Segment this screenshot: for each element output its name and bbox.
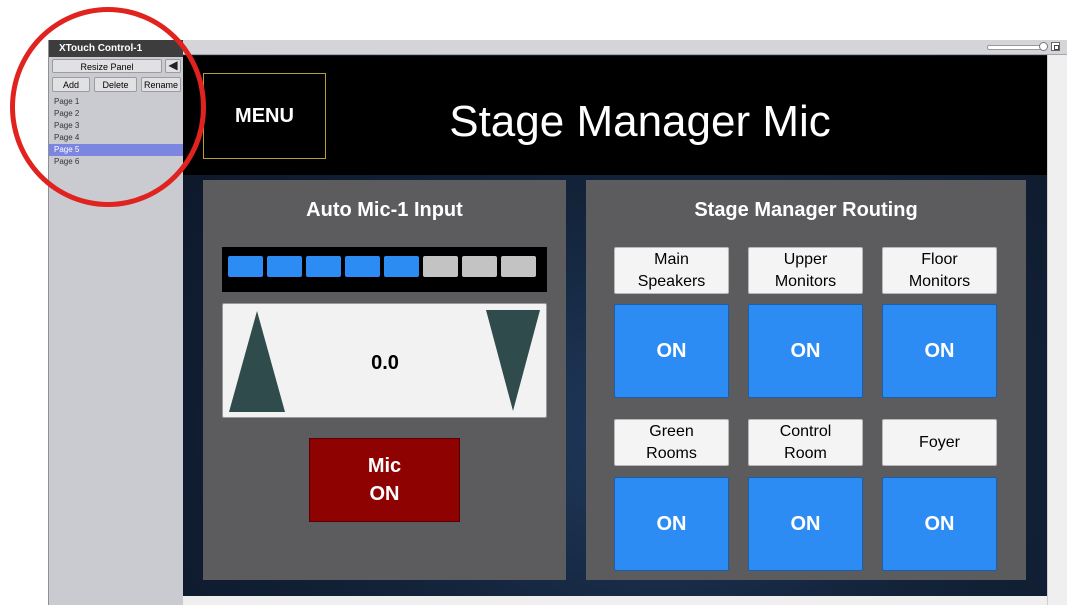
level-meter <box>222 247 547 292</box>
level-value: 0.0 <box>371 352 399 374</box>
route-label-control-room: Control Room <box>748 419 863 466</box>
routing-panel-title: Stage Manager Routing <box>694 199 918 221</box>
route-label-green-rooms: Green Rooms <box>614 419 729 466</box>
mic-button-label: Mic <box>367 455 402 477</box>
route-label-floor-monitors: Floor Monitors <box>882 247 997 294</box>
page-list: Page 1 Page 2 Page 3 Page 4 Page 5 Page … <box>49 96 184 168</box>
page-list-item[interactable]: Page 2 <box>49 108 184 120</box>
triangle-down-icon[interactable] <box>486 310 540 411</box>
control-room-on-button[interactable]: ON <box>748 477 863 571</box>
page-list-item-selected[interactable]: Page 5 <box>49 144 184 156</box>
page-list-item[interactable]: Page 6 <box>49 156 184 168</box>
meter-segment <box>267 256 302 277</box>
arrow-left-icon[interactable]: ◀ <box>165 59 181 73</box>
triangle-up-icon[interactable] <box>229 311 285 412</box>
meter-segment <box>501 256 536 277</box>
menu-button[interactable]: MENU <box>203 73 326 159</box>
meter-segment <box>306 256 341 277</box>
route-label-foyer: Foyer <box>882 419 997 466</box>
rename-page-button[interactable]: Rename <box>141 77 181 92</box>
mic-button-state: ON <box>369 483 400 505</box>
delete-page-button[interactable]: Delete <box>94 77 137 92</box>
meter-segment <box>423 256 458 277</box>
page-title: Stage Manager Mic <box>449 97 831 146</box>
window-bottom-edge <box>183 596 1047 605</box>
upper-monitors-on-button[interactable]: ON <box>748 304 863 398</box>
route-label-upper-monitors: Upper Monitors <box>748 247 863 294</box>
meter-segment <box>462 256 497 277</box>
mic-on-button[interactable]: Mic ON <box>309 438 460 522</box>
meter-segment <box>345 256 380 277</box>
main-speakers-on-button[interactable]: ON <box>614 304 729 398</box>
foyer-on-button[interactable]: ON <box>882 477 997 571</box>
add-page-button[interactable]: Add <box>52 77 90 92</box>
page-list-item[interactable]: Page 3 <box>49 120 184 132</box>
panel-title: XTouch Control-1 <box>49 40 184 57</box>
resize-panel-button[interactable]: Resize Panel <box>52 59 162 73</box>
page-list-item[interactable]: Page 4 <box>49 132 184 144</box>
route-label-main-speakers: Main Speakers <box>614 247 729 294</box>
meter-segment <box>228 256 263 277</box>
page-list-item[interactable]: Page 1 <box>49 96 184 108</box>
page-panel: XTouch Control-1 Resize Panel ◀ Add Dele… <box>48 40 184 605</box>
green-rooms-on-button[interactable]: ON <box>614 477 729 571</box>
input-panel-title: Auto Mic-1 Input <box>306 199 463 221</box>
zoom-slider[interactable] <box>987 45 1044 50</box>
window-title-bar <box>183 40 1067 55</box>
floor-monitors-on-button[interactable]: ON <box>882 304 997 398</box>
vertical-scrollbar[interactable] <box>1047 55 1067 605</box>
meter-segment <box>384 256 419 277</box>
zoom-slider-handle[interactable] <box>1039 42 1048 51</box>
window-maximize-button[interactable] <box>1051 42 1060 51</box>
